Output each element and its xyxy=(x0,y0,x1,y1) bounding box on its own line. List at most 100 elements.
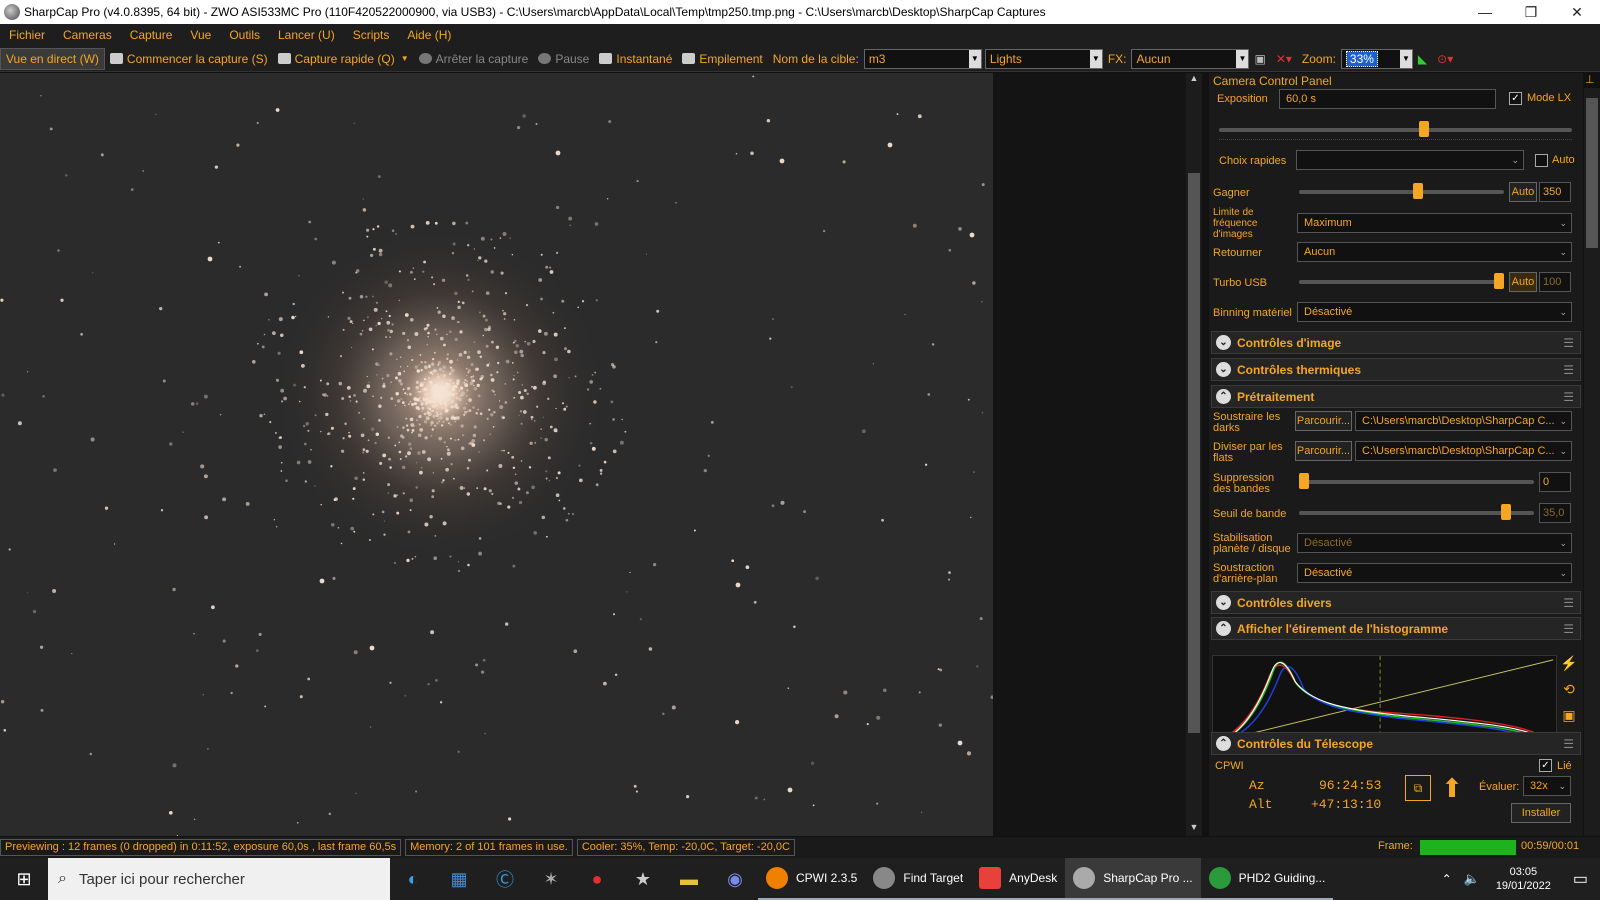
gain-input[interactable]: 350 xyxy=(1539,182,1571,202)
menu-icon[interactable]: ☰ xyxy=(1563,390,1574,404)
app-icon[interactable]: ▦ xyxy=(436,858,482,900)
sync-icon[interactable]: ⧉ xyxy=(1405,775,1431,801)
frame-type-select[interactable]: Lights ▼ xyxy=(984,48,1103,69)
menu-icon[interactable]: ☰ xyxy=(1563,622,1574,636)
band-threshold-slider-handle[interactable] xyxy=(1500,504,1511,520)
gain-auto-button[interactable]: Auto xyxy=(1509,182,1537,202)
snapshot-button[interactable]: Instantané xyxy=(594,48,677,70)
menu-cameras[interactable]: Cameras xyxy=(54,28,121,42)
refresh-app-icon[interactable]: Ⓒ xyxy=(482,858,528,900)
arrow-up-icon[interactable]: ⬆ xyxy=(1437,773,1467,803)
turbo-usb-input[interactable]: 100 xyxy=(1539,272,1571,292)
zoom-select[interactable]: 33% ▼ xyxy=(1340,48,1413,69)
exposure-input[interactable]: 60,0 s xyxy=(1279,89,1496,109)
histogram-icon[interactable]: ◣ xyxy=(1413,48,1432,70)
exposure-slider-handle[interactable] xyxy=(1418,121,1429,137)
frame-rate-select[interactable]: Maximum ⌄ xyxy=(1297,213,1572,233)
start-capture-button[interactable]: Commencer la capture (S) xyxy=(105,48,273,70)
section-misc-controls[interactable]: ⌄ Contrôles divers ☰ xyxy=(1211,591,1581,614)
darks-browse-button[interactable]: Parcourir... xyxy=(1295,411,1352,431)
pause-button[interactable]: Pause xyxy=(533,48,594,70)
turbo-auto-button[interactable]: Auto xyxy=(1509,272,1537,292)
lightning-icon[interactable]: ⚡ xyxy=(1559,655,1579,681)
taskbar-app-sharpcap[interactable]: SharpCap Pro ... xyxy=(1065,858,1201,900)
scroll-down-icon[interactable]: ▼ xyxy=(1186,822,1202,836)
taskbar-app-cpwi[interactable]: CPWI 2.3.5 xyxy=(758,858,866,900)
taskbar-clock[interactable]: 03:05 19/01/2022 xyxy=(1496,865,1551,893)
quick-picks-auto-checkbox[interactable] xyxy=(1535,154,1548,167)
red-app-icon[interactable]: ● xyxy=(574,858,620,900)
rate-select[interactable]: 32x ⌄ xyxy=(1523,776,1571,796)
menu-icon[interactable]: ☰ xyxy=(1563,596,1574,610)
binning-select[interactable]: Désactivé ⌄ xyxy=(1297,302,1572,322)
image-viewport[interactable] xyxy=(0,73,1192,836)
exposure-slider[interactable] xyxy=(1219,121,1572,137)
reset-icon[interactable]: ⟲ xyxy=(1559,681,1579,707)
scroll-up-icon[interactable]: ▲ xyxy=(1186,73,1202,87)
taskbar-app-phd2[interactable]: PHD2 Guiding... xyxy=(1200,858,1334,900)
chevron-down-icon[interactable]: ▼ xyxy=(1399,49,1412,68)
install-button[interactable]: Installer xyxy=(1511,803,1571,823)
stacking-button[interactable]: Empilement xyxy=(677,48,767,70)
edge-icon[interactable]: ◐ xyxy=(390,858,436,900)
crosshair-icon[interactable]: ✕▾ xyxy=(1271,48,1297,70)
image-scrollbar[interactable]: ▲ ▼ xyxy=(1186,73,1202,836)
grid-toggle-icon[interactable]: ▣ xyxy=(1249,48,1270,70)
banding-slider[interactable] xyxy=(1299,473,1534,489)
discord-icon[interactable]: ◉ xyxy=(712,858,758,900)
background-subtraction-select[interactable]: Désactivé ⌄ xyxy=(1297,563,1572,583)
band-threshold-slider[interactable] xyxy=(1299,504,1534,520)
taskbar-search-box[interactable]: ⌕ Taper ici pour rechercher xyxy=(48,858,390,900)
turbo-usb-slider[interactable] xyxy=(1299,273,1504,289)
zoom-tool-icon[interactable]: ⊙▾ xyxy=(1432,48,1458,70)
flats-browse-button[interactable]: Parcourir... xyxy=(1295,441,1352,461)
section-preprocessing[interactable]: ⌃ Prétraitement ☰ xyxy=(1211,385,1581,408)
menu-outils[interactable]: Outils xyxy=(220,28,269,42)
minimize-button[interactable]: — xyxy=(1462,0,1508,24)
menu-fichier[interactable]: Fichier xyxy=(0,28,54,42)
telescope-linked-checkbox[interactable]: ✓ xyxy=(1539,759,1552,772)
gain-slider-handle[interactable] xyxy=(1412,183,1423,199)
panel-scrollbar-thumb[interactable] xyxy=(1586,98,1598,248)
taskbar-app-find-target[interactable]: Find Target xyxy=(865,858,972,900)
satellite-icon[interactable]: ✶ xyxy=(528,858,574,900)
panel-scrollbar[interactable] xyxy=(1584,88,1600,836)
flats-path-select[interactable]: C:\Users\marcb\Desktop\SharpCap C... ⌄ xyxy=(1355,441,1572,461)
maximize-button[interactable]: ❐ xyxy=(1508,0,1554,24)
section-telescope-controls[interactable]: ⌃ Contrôles du Télescope ☰ xyxy=(1211,732,1581,755)
gain-slider[interactable] xyxy=(1299,183,1504,199)
menu-capture[interactable]: Capture xyxy=(121,28,182,42)
banding-input[interactable]: 0 xyxy=(1539,472,1571,492)
darks-path-select[interactable]: C:\Users\marcb\Desktop\SharpCap C... ⌄ xyxy=(1355,411,1572,431)
menu-icon[interactable]: ☰ xyxy=(1563,363,1574,377)
turbo-usb-slider-handle[interactable] xyxy=(1494,273,1504,289)
volume-icon[interactable]: 🔈 xyxy=(1464,871,1480,887)
band-threshold-input[interactable]: 35,0 xyxy=(1539,503,1571,523)
stabilisation-select[interactable]: Désactivé ⌄ xyxy=(1297,533,1572,553)
menu-icon[interactable]: ☰ xyxy=(1563,336,1574,350)
mode-lx-checkbox[interactable]: ✓ xyxy=(1509,92,1522,105)
quick-capture-button[interactable]: Capture rapide (Q) ▼ xyxy=(273,48,414,70)
chevron-down-icon[interactable]: ▼ xyxy=(1089,49,1102,68)
chevron-up-icon[interactable]: ⌃ xyxy=(1442,872,1452,886)
scrollbar-thumb[interactable] xyxy=(1188,173,1200,733)
menu-icon[interactable]: ☰ xyxy=(1563,737,1574,751)
chevron-down-icon[interactable]: ▼ xyxy=(968,49,981,68)
taskbar-app-anydesk[interactable]: AnyDesk xyxy=(971,858,1066,900)
fx-select[interactable]: Aucun ▼ xyxy=(1131,48,1250,69)
flip-select[interactable]: Aucun ⌄ xyxy=(1297,242,1572,262)
folder-icon[interactable]: ▬ xyxy=(666,858,712,900)
chevron-down-icon[interactable]: ▼ xyxy=(1236,49,1249,68)
menu-vue[interactable]: Vue xyxy=(181,28,220,42)
section-histogram[interactable]: ⌃ Afficher l'étirement de l'histogramme … xyxy=(1211,617,1581,640)
menu-scripts[interactable]: Scripts xyxy=(344,28,399,42)
save-icon[interactable]: ▣ xyxy=(1559,707,1579,733)
notification-icon[interactable]: ▭ xyxy=(1573,869,1588,889)
stop-capture-button[interactable]: Arrêter la capture xyxy=(414,48,534,70)
target-name-input[interactable]: m3 ▼ xyxy=(863,48,982,69)
section-thermal-controls[interactable]: ⌄ Contrôles thermiques ☰ xyxy=(1211,358,1581,381)
close-button[interactable]: ✕ xyxy=(1554,0,1600,24)
section-image-controls[interactable]: ⌄ Contrôles d'image ☰ xyxy=(1211,331,1581,354)
pin-icon[interactable]: ⊥ xyxy=(1585,73,1595,86)
star-app-icon[interactable]: ★ xyxy=(620,858,666,900)
